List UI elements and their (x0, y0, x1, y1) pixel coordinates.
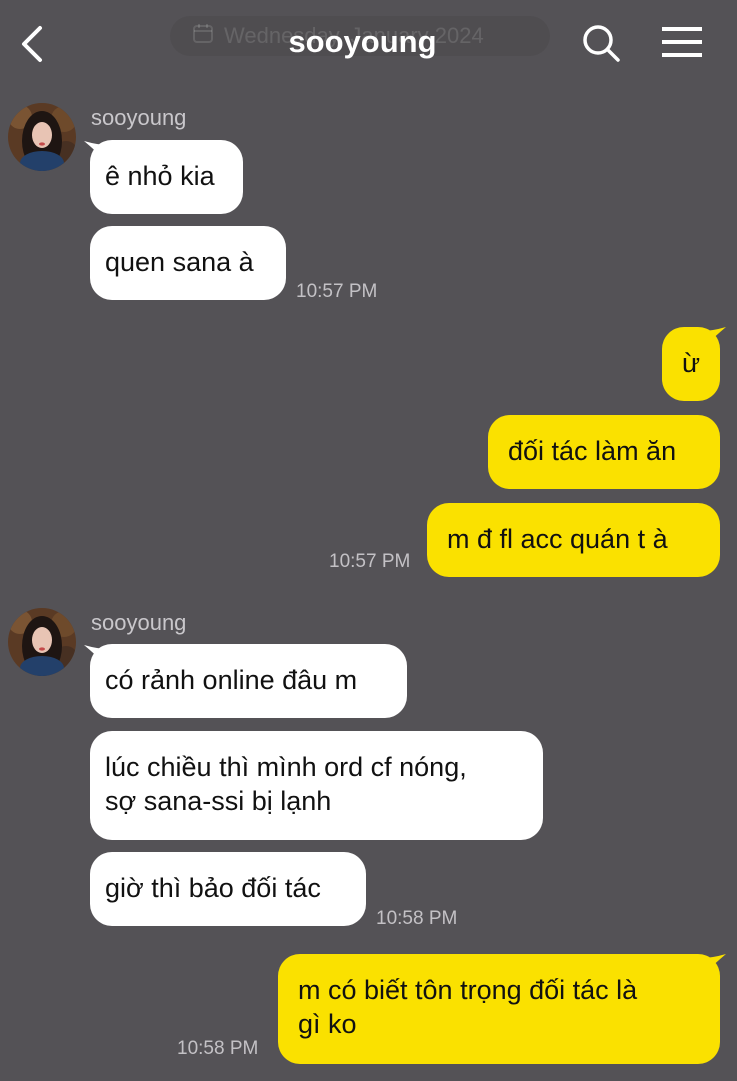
message-bubble-outgoing[interactable]: m đ fl acc quán t à (427, 503, 720, 577)
search-icon (583, 25, 620, 62)
sender-name: sooyoung (91, 610, 187, 635)
message-bubble-outgoing[interactable]: đối tác làm ăn (488, 415, 720, 489)
message-timestamp: 10:57 PM (329, 551, 411, 572)
message-bubble-incoming[interactable]: có rảnh online đâu m (90, 644, 407, 718)
message-bubble-incoming[interactable]: ê nhỏ kia (90, 140, 243, 214)
message-bubble-outgoing[interactable]: ừ (662, 327, 720, 401)
chat-header: Wednesday, January 2024 sooyoung (0, 0, 737, 86)
message-timestamp: 10:58 PM (376, 908, 458, 929)
message-bubble-incoming[interactable]: quen sana à (90, 226, 286, 300)
message-timestamp: 10:58 PM (177, 1038, 259, 1059)
avatar[interactable] (8, 103, 76, 171)
hamburger-menu-icon (662, 27, 702, 57)
chat-screen: Wednesday, January 2024 sooyoung sooyoun… (0, 0, 737, 1081)
menu-button[interactable] (660, 24, 704, 62)
search-button[interactable] (580, 22, 624, 64)
avatar[interactable] (8, 608, 76, 676)
message-bubble-outgoing[interactable]: m có biết tôn trọng đối tác là gì ko (278, 954, 720, 1064)
message-bubble-incoming[interactable]: lúc chiều thì mình ord cf nóng, sợ sana-… (90, 731, 543, 840)
sender-name: sooyoung (91, 105, 187, 130)
message-timestamp: 10:57 PM (296, 281, 378, 302)
message-bubble-incoming[interactable]: giờ thì bảo đối tác (90, 852, 366, 926)
